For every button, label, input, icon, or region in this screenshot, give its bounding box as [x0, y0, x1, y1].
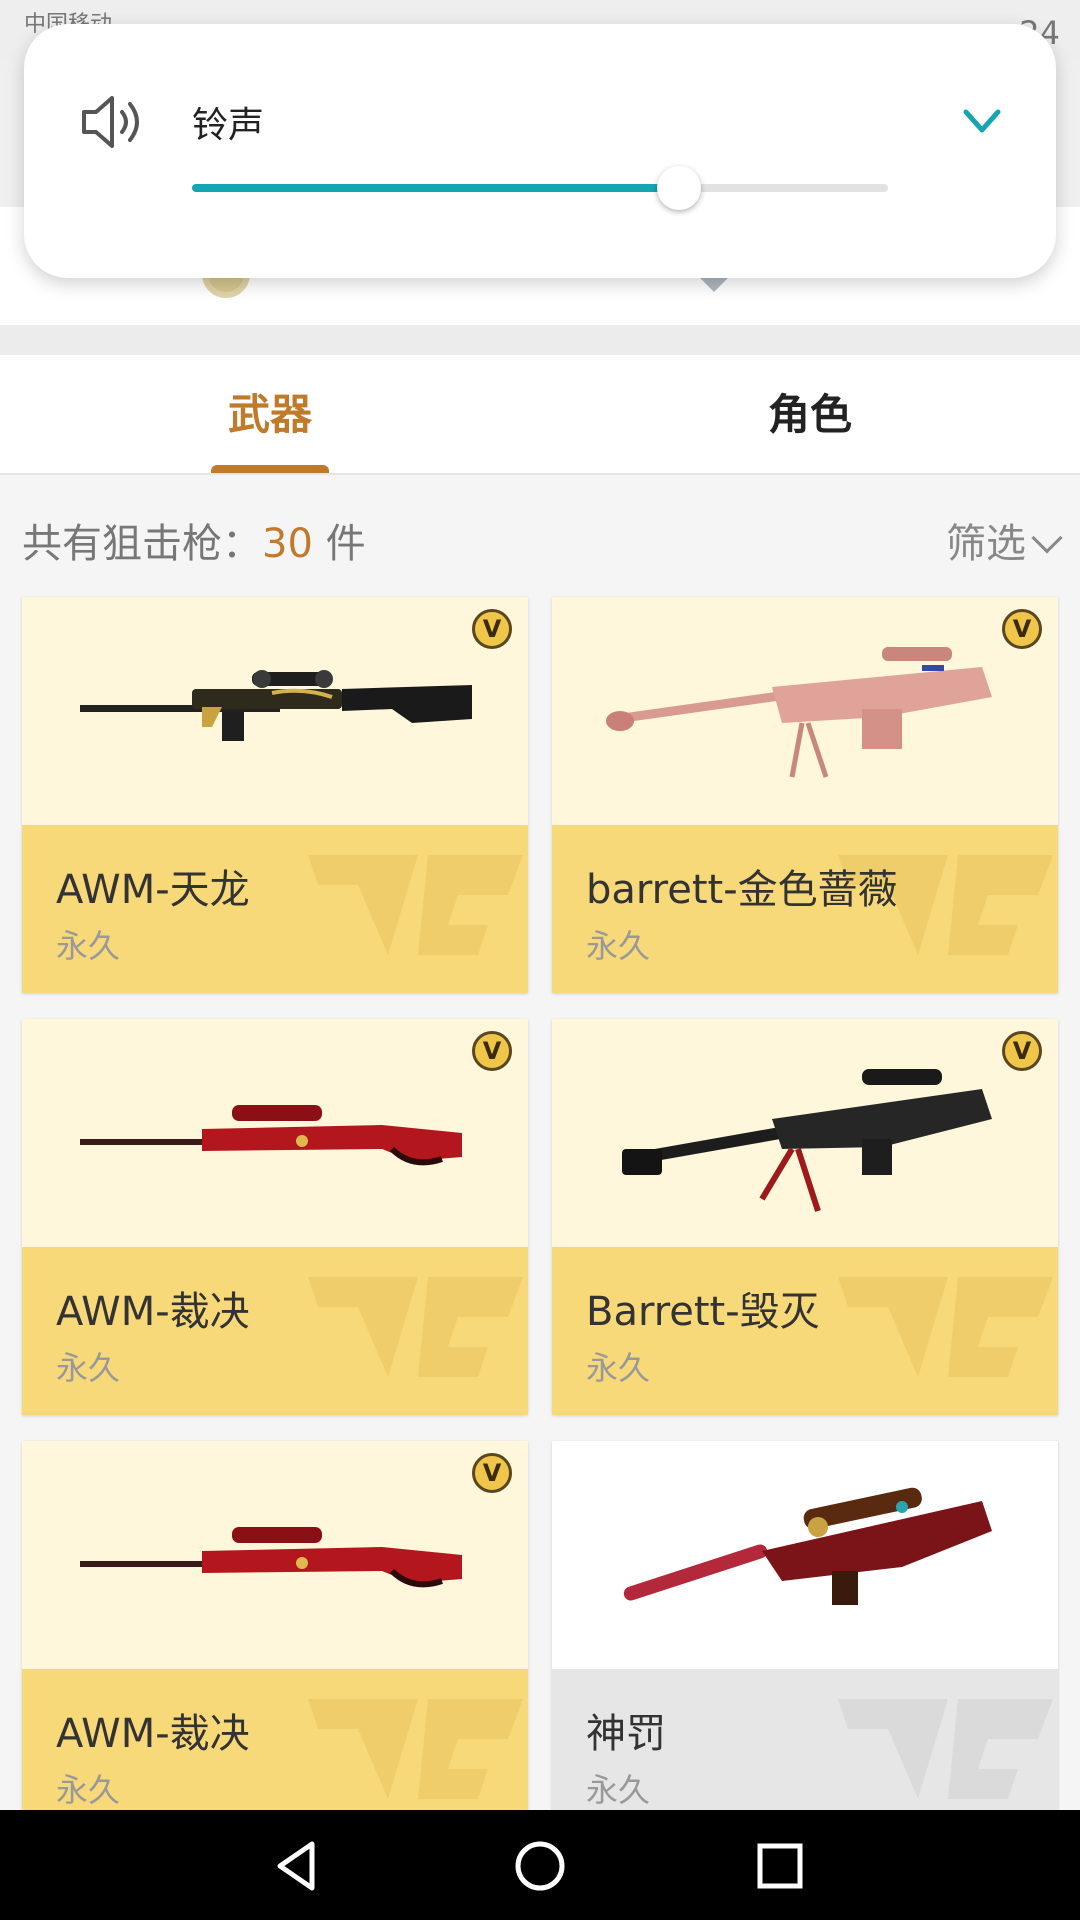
vip-badge-icon: V	[472, 1031, 512, 1071]
weapon-name: AWM-裁决	[56, 1289, 250, 1335]
volume-stream-label: 铃声	[192, 105, 265, 146]
cf-watermark-icon	[308, 1699, 523, 1799]
weapon-card[interactable]: V AWM-裁决 永久	[22, 1019, 528, 1415]
item-count: 共有狙击枪：30 件	[22, 511, 366, 569]
tab-weapons-label: 武器	[227, 390, 312, 439]
volume-panel: 铃声	[24, 24, 1056, 278]
category-tabs: 武器 角色	[0, 355, 1080, 475]
weapon-duration: 永久	[586, 1349, 651, 1387]
weapon-info: Barrett-毁灭 永久	[552, 1247, 1058, 1415]
weapon-grid: V AWM-天龙 永久 V barrett-金色蔷薇 永久 V AWM-裁决 永…	[0, 595, 1080, 1810]
weapon-info: AWM-天龙 永久	[22, 825, 528, 993]
tab-weapons[interactable]: 武器	[0, 355, 540, 473]
weapon-card[interactable]: V Barrett-毁灭 永久	[552, 1019, 1058, 1415]
weapon-duration: 永久	[56, 927, 121, 965]
weapon-info: AWM-裁决 永久	[22, 1247, 528, 1415]
weapon-image-area	[552, 1019, 1058, 1247]
count-prefix: 共有狙击枪：	[22, 521, 262, 567]
weapon-card[interactable]: V barrett-金色蔷薇 永久	[552, 597, 1058, 993]
vip-badge-icon: V	[1002, 1031, 1042, 1071]
count-number: 30	[262, 521, 313, 567]
sniper-rifle-image	[80, 1527, 462, 1588]
weapon-card[interactable]: V AWM-天龙 永久	[22, 597, 528, 993]
speaker-icon[interactable]	[78, 92, 148, 152]
weapon-image-area	[22, 1441, 528, 1669]
count-row: 共有狙击枪：30 件 筛选	[0, 475, 1080, 595]
weapon-info: barrett-金色蔷薇 永久	[552, 825, 1058, 993]
cf-watermark-icon	[308, 855, 523, 955]
weapon-image-area	[552, 1441, 1058, 1669]
sniper-rifle-image	[623, 1487, 992, 1605]
weapon-image-area	[552, 597, 1058, 825]
cf-watermark-icon	[838, 1699, 1053, 1799]
cf-watermark-icon	[308, 1277, 523, 1377]
weapon-card[interactable]: V AWM-裁决 永久	[22, 1441, 528, 1810]
active-tab-indicator	[211, 465, 329, 473]
weapon-info: 神罚 永久	[552, 1669, 1058, 1810]
tab-roles[interactable]: 角色	[540, 355, 1080, 473]
back-triangle-icon[interactable]	[270, 1838, 326, 1894]
vip-badge-icon: V	[472, 1453, 512, 1493]
weapon-name: AWM-天龙	[56, 867, 250, 913]
weapon-duration: 永久	[586, 927, 651, 965]
sniper-rifle-image	[80, 670, 472, 741]
weapon-image-area	[22, 597, 528, 825]
filter-button[interactable]: 筛选	[946, 511, 1063, 569]
weapon-card[interactable]: 神罚 永久	[552, 1441, 1058, 1810]
weapon-duration: 永久	[586, 1771, 651, 1809]
chevron-down-icon	[1031, 522, 1063, 554]
vip-badge-icon: V	[1002, 609, 1042, 649]
filter-label: 筛选	[946, 521, 1026, 567]
sniper-rifle-image	[80, 1105, 462, 1166]
navigation-bar	[0, 1810, 1080, 1920]
weapon-image-area	[22, 1019, 528, 1247]
cf-watermark-icon	[838, 1277, 1053, 1377]
sniper-rifle-image	[622, 1069, 992, 1212]
section-divider	[0, 325, 1080, 355]
count-suffix: 件	[312, 521, 366, 567]
volume-slider[interactable]	[192, 166, 888, 210]
volume-slider-fill	[192, 184, 680, 192]
weapon-duration: 永久	[56, 1349, 121, 1387]
vip-badge-icon: V	[472, 609, 512, 649]
volume-slider-thumb[interactable]	[657, 166, 702, 210]
recent-square-icon[interactable]	[752, 1838, 808, 1894]
weapon-duration: 永久	[56, 1771, 121, 1809]
weapon-name: Barrett-毁灭	[586, 1289, 820, 1335]
weapon-name: barrett-金色蔷薇	[586, 867, 898, 913]
tab-roles-label: 角色	[767, 390, 852, 439]
weapon-info: AWM-裁决 永久	[22, 1669, 528, 1810]
sniper-rifle-image	[606, 647, 992, 778]
home-circle-icon[interactable]	[512, 1838, 568, 1894]
weapon-name: AWM-裁决	[56, 1711, 250, 1757]
weapon-name: 神罚	[586, 1711, 666, 1757]
chevron-down-icon[interactable]	[958, 102, 1006, 142]
